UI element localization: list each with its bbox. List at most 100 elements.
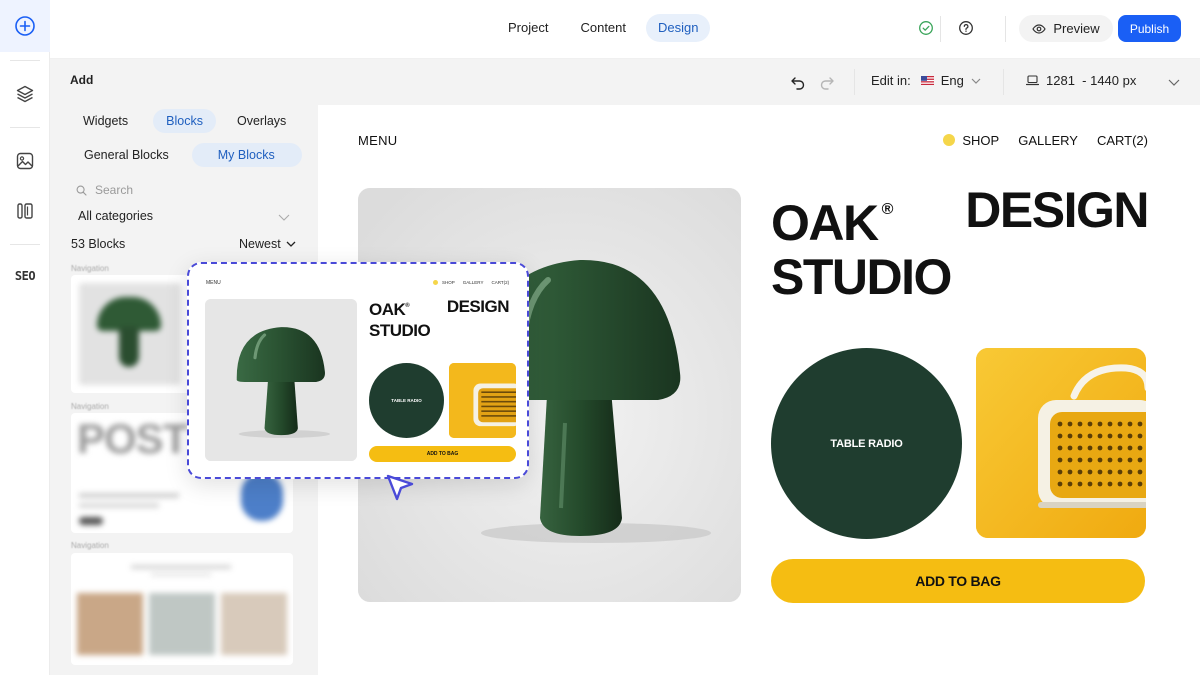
preview-button[interactable]: Preview xyxy=(1019,15,1113,42)
site-nav-gallery[interactable]: GALLERY xyxy=(1018,133,1078,148)
help-circle-icon xyxy=(959,21,973,35)
preview-label: Preview xyxy=(1053,21,1100,36)
preview-add-to-bag-button: ADD TO BAG xyxy=(369,446,516,462)
radio-illustration xyxy=(976,348,1146,538)
preview-title-oak: OAK® xyxy=(369,296,410,320)
redo-icon xyxy=(820,77,834,90)
topbar-divider xyxy=(1005,16,1006,42)
block-count: 53 Blocks xyxy=(71,237,126,251)
rail-divider xyxy=(10,60,40,61)
preview-title-word3: STUDIO xyxy=(369,321,431,340)
search-icon xyxy=(76,185,87,196)
undo-button[interactable] xyxy=(783,67,813,97)
tab-design[interactable]: Design xyxy=(646,14,711,42)
tab-widgets[interactable]: Widgets xyxy=(70,109,141,133)
preview-title-word1: OAK xyxy=(369,300,406,319)
hero-title-oak: OAK ® xyxy=(771,183,893,250)
language-selector[interactable]: Edit in: Eng xyxy=(871,73,981,88)
block-search[interactable]: Search xyxy=(76,183,133,197)
site-menu-link[interactable]: MENU xyxy=(358,133,397,148)
top-bar: Project Content Design Preview Publish xyxy=(50,0,1200,59)
tab-content[interactable]: Content xyxy=(568,14,638,42)
hero-title-word2: DESIGN xyxy=(965,182,1149,238)
media-button[interactable] xyxy=(0,135,50,187)
add-to-bag-button[interactable]: ADD TO BAG xyxy=(771,559,1145,603)
radio-product-image xyxy=(976,348,1146,538)
preview-nav: SHOP GALLERY CART(2) xyxy=(433,280,509,285)
status-button[interactable] xyxy=(911,13,941,43)
hero-title: OAK ® DESIGN STUDIO xyxy=(771,182,1149,305)
breakpoint-selector[interactable]: 1281 - 1440 px xyxy=(1026,73,1136,88)
help-button[interactable] xyxy=(951,13,981,43)
section-label: Navigation xyxy=(71,541,109,550)
preview-registered-mark: ® xyxy=(405,303,410,309)
tab-project[interactable]: Project xyxy=(496,14,560,42)
pointer-cursor-icon xyxy=(386,474,414,501)
block-source-tabs: General Blocks My Blocks xyxy=(71,143,302,167)
image-icon xyxy=(16,152,34,170)
hero-title-word1: OAK xyxy=(771,195,879,251)
preview-radio-image xyxy=(449,363,516,438)
seo-button[interactable]: SEO xyxy=(0,250,50,302)
columns-button[interactable] xyxy=(0,185,50,237)
hero-title-word3: STUDIO xyxy=(771,249,952,305)
preview-nav-gallery: GALLERY xyxy=(462,280,484,285)
laptop-icon xyxy=(1026,75,1039,86)
registered-mark: ® xyxy=(881,201,894,218)
add-panel-button[interactable] xyxy=(0,0,50,52)
block-card-text: POST xyxy=(77,415,188,462)
section-label: Navigation xyxy=(71,402,109,411)
plus-circle-icon xyxy=(15,16,35,36)
rail-divider xyxy=(10,244,40,245)
editor-toolbar: Add Edit in: Eng 1281 - 1440 px xyxy=(50,59,1200,105)
check-circle-icon xyxy=(919,21,933,35)
left-rail: SEO xyxy=(0,0,50,675)
chevron-down-icon xyxy=(971,78,981,84)
site-nav-cart[interactable]: CART(2) xyxy=(1097,133,1148,148)
mode-tabs: Project Content Design xyxy=(496,14,711,42)
undo-icon xyxy=(791,77,805,90)
search-placeholder: Search xyxy=(95,183,134,197)
panel-title: Add xyxy=(70,73,94,87)
panel-tabs: Widgets Blocks Overlays xyxy=(70,109,299,133)
preview-lamp-image xyxy=(205,299,357,461)
site-nav-shop-label: SHOP xyxy=(962,133,1000,148)
columns-icon xyxy=(17,203,33,219)
tab-blocks[interactable]: Blocks xyxy=(153,109,216,133)
tab-general-blocks[interactable]: General Blocks xyxy=(71,143,182,167)
preview-table-radio-badge: TABLE RADIO xyxy=(369,363,444,438)
layers-button[interactable] xyxy=(0,68,50,120)
site-nav: SHOP GALLERY CART(2) xyxy=(943,133,1148,148)
preview-table-radio-label: TABLE RADIO xyxy=(391,398,422,403)
edit-in-label: Edit in: xyxy=(871,73,911,88)
preview-title: OAK® DESIGN STUDIO xyxy=(369,296,510,341)
preview-dot-icon xyxy=(433,280,438,285)
us-flag-icon xyxy=(920,76,934,85)
publish-button[interactable]: Publish xyxy=(1118,15,1181,42)
category-select[interactable]: All categories xyxy=(78,209,290,227)
topbar-divider xyxy=(940,16,941,42)
dragged-block-preview[interactable]: MENU SHOP GALLERY CART(2) OAK® DESIGN ST… xyxy=(187,262,529,479)
sort-select[interactable]: Newest xyxy=(239,237,296,251)
site-nav-shop[interactable]: SHOP xyxy=(943,133,999,148)
preview-add-to-bag-label: ADD TO BAG xyxy=(426,451,459,457)
breakpoint-value: 1281 - 1440 px xyxy=(1046,73,1137,88)
sort-value: Newest xyxy=(239,237,281,251)
preview-nav-cart: CART(2) xyxy=(491,280,510,285)
tab-overlays[interactable]: Overlays xyxy=(224,109,299,133)
drag-cursor xyxy=(384,472,416,509)
breakpoint-dropdown-button[interactable] xyxy=(1159,67,1189,97)
preview-nav-shop-label: SHOP xyxy=(442,280,455,285)
table-radio-badge: TABLE RADIO xyxy=(771,348,962,539)
rail-divider xyxy=(10,127,40,128)
preview-menu-link: MENU xyxy=(206,280,221,286)
tab-my-blocks[interactable]: My Blocks xyxy=(191,143,302,167)
block-thumbnail[interactable] xyxy=(71,553,293,665)
status-dot-icon xyxy=(943,134,956,146)
redo-button[interactable] xyxy=(812,67,842,97)
chevron-down-icon xyxy=(286,241,296,247)
preview-radio-illustration xyxy=(449,363,516,438)
category-value: All categories xyxy=(78,209,154,223)
section-label: Navigation xyxy=(71,264,109,273)
toolbar-divider xyxy=(1003,69,1004,95)
